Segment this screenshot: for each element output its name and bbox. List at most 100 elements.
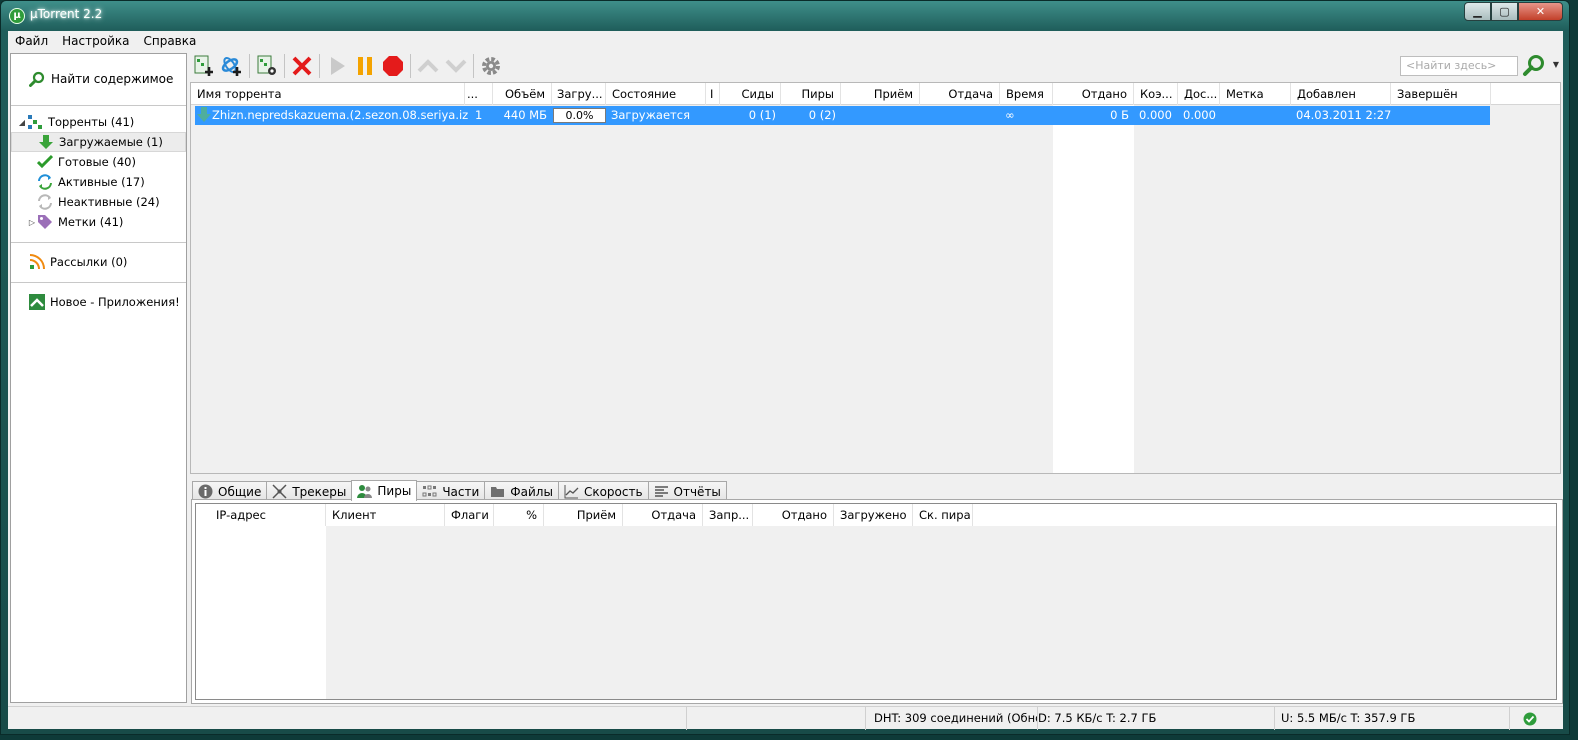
col-peer-downloaded[interactable]: Загружено bbox=[834, 504, 913, 526]
menu-help[interactable]: Справка bbox=[136, 34, 203, 48]
network-ok-indicator[interactable] bbox=[1510, 707, 1550, 730]
tab-label: Трекеры bbox=[292, 484, 347, 499]
status-download[interactable]: D: 7.5 КБ/с T: 2.7 ГБ bbox=[1038, 707, 1275, 730]
menu-settings[interactable]: Настройка bbox=[55, 34, 136, 48]
start-button[interactable] bbox=[323, 52, 351, 80]
torrent-row[interactable]: Zhizn.nepredskazuema.(2.sezon.08.seriya.… bbox=[195, 106, 1490, 125]
sidebar-item-apps[interactable]: Новое - Приложения! bbox=[29, 292, 180, 312]
status-empty-segment bbox=[687, 707, 866, 730]
add-torrent-icon bbox=[194, 55, 213, 76]
sidebar-item-feeds[interactable]: Рассылки (0) bbox=[29, 252, 127, 272]
col-name[interactable]: Имя торрента bbox=[191, 83, 465, 105]
col-down-speed[interactable]: Приём bbox=[841, 83, 920, 105]
col-requests[interactable]: Запр... bbox=[703, 504, 753, 526]
tab-logger[interactable]: Отчёты bbox=[647, 481, 727, 501]
torrent-availability: 0.000 bbox=[1183, 108, 1216, 122]
col-label[interactable]: Метка bbox=[1220, 83, 1291, 105]
settings-button[interactable] bbox=[477, 52, 505, 80]
peers-icon bbox=[357, 484, 373, 499]
maximize-button[interactable]: ▢ bbox=[1491, 2, 1518, 21]
col-peers[interactable]: Пиры bbox=[781, 83, 841, 105]
torrent-status: Загружается bbox=[611, 108, 690, 122]
search-icon bbox=[29, 71, 45, 87]
tab-label: Файлы bbox=[510, 484, 553, 499]
create-torrent-button[interactable] bbox=[253, 52, 281, 80]
minimize-button[interactable]: ▁ bbox=[1464, 2, 1491, 21]
col-ip-address[interactable]: IP-адрес bbox=[196, 504, 326, 526]
col-uploaded[interactable]: Отдано bbox=[1053, 83, 1134, 105]
tab-general[interactable]: Общие bbox=[192, 481, 268, 501]
sidebar-item-torrents[interactable]: ◢ Торренты (41) bbox=[11, 112, 186, 132]
active-arrows-icon bbox=[37, 174, 53, 190]
move-up-button[interactable] bbox=[414, 52, 442, 80]
torrent-ratio: 0.000 bbox=[1139, 108, 1172, 122]
sidebar-item-label: Готовые (40) bbox=[58, 155, 136, 169]
network-ok-icon bbox=[1523, 712, 1537, 725]
collapsed-triangle-icon[interactable]: ▷ bbox=[27, 218, 37, 227]
add-url-icon bbox=[221, 57, 241, 76]
col-up-speed[interactable]: Отдача bbox=[920, 83, 1000, 105]
status-dht[interactable]: DHT: 309 соединений (Обнов. bbox=[866, 707, 1038, 730]
remove-button[interactable] bbox=[288, 52, 316, 80]
col-client[interactable]: Клиент bbox=[326, 504, 445, 526]
files-icon bbox=[490, 484, 505, 499]
torrents-icon bbox=[27, 114, 43, 130]
tab-pieces[interactable]: Части bbox=[416, 481, 486, 501]
tab-peers[interactable]: Пиры bbox=[351, 480, 418, 501]
add-torrent-button[interactable] bbox=[190, 52, 218, 80]
sidebar-search-content[interactable]: Найти содержимое bbox=[29, 71, 173, 87]
sidebar-item-active[interactable]: Активные (17) bbox=[11, 172, 186, 192]
search-dropdown-arrow-icon[interactable]: ▼ bbox=[1553, 60, 1559, 69]
peers-list-header: IP-адрес Клиент Флаги % Приём Отдача Зап… bbox=[196, 504, 1556, 526]
peers-panel: IP-адрес Клиент Флаги % Приём Отдача Зап… bbox=[191, 499, 1563, 704]
torrent-uploaded: 0 Б bbox=[1110, 108, 1129, 122]
status-bar: DHT: 309 соединений (Обнов. D: 7.5 КБ/с … bbox=[8, 706, 1563, 730]
tab-files[interactable]: Файлы bbox=[484, 481, 559, 501]
rss-feed-icon bbox=[29, 254, 45, 270]
search-input[interactable]: <Найти здесь> bbox=[1400, 56, 1518, 76]
torrent-progress: 0.0% bbox=[553, 108, 606, 123]
sidebar-item-label: Загружаемые (1) bbox=[59, 135, 163, 149]
pause-button[interactable] bbox=[351, 52, 379, 80]
menu-file[interactable]: Файл bbox=[8, 34, 55, 48]
sidebar-item-completed[interactable]: Готовые (40) bbox=[11, 152, 186, 172]
move-down-button[interactable] bbox=[442, 52, 470, 80]
torrent-seeds: 0 (1) bbox=[748, 108, 776, 122]
col-peer-down[interactable]: Приём bbox=[544, 504, 623, 526]
col-priority[interactable]: Ι bbox=[706, 83, 720, 105]
sidebar-item-labels[interactable]: ▷ Метки (41) bbox=[11, 212, 186, 232]
torrent-tree: ◢ Торренты (41) Загружаемые (1) Готовые … bbox=[11, 112, 186, 232]
minimize-icon: ▁ bbox=[1473, 5, 1482, 18]
sidebar-item-inactive[interactable]: Неактивные (24) bbox=[11, 192, 186, 212]
col-peer-speed[interactable]: Ск. пира bbox=[913, 504, 973, 526]
col-done[interactable]: Загру... bbox=[552, 83, 606, 105]
caption-buttons: ▁ ▢ ✕ bbox=[1464, 2, 1563, 21]
col-peer-up[interactable]: Отдача bbox=[623, 504, 703, 526]
torrent-number: 1 bbox=[475, 108, 483, 122]
col-eta[interactable]: Время bbox=[1000, 83, 1053, 105]
col-availability[interactable]: Дос... bbox=[1178, 83, 1220, 105]
sidebar-item-label: Рассылки (0) bbox=[50, 255, 128, 269]
search-button[interactable] bbox=[1521, 53, 1547, 79]
close-button[interactable]: ✕ bbox=[1518, 2, 1563, 21]
toolbar-separator bbox=[249, 54, 250, 78]
col-flags[interactable]: Флаги bbox=[445, 504, 494, 526]
toolbar-separator bbox=[284, 54, 285, 78]
col-percent[interactable]: % bbox=[494, 504, 544, 526]
add-url-button[interactable] bbox=[218, 52, 246, 80]
col-status[interactable]: Состояние bbox=[606, 83, 706, 105]
sidebar-item-downloading[interactable]: Загружаемые (1) bbox=[11, 132, 186, 152]
status-upload[interactable]: U: 5.5 МБ/с T: 357.9 ГБ bbox=[1275, 707, 1510, 730]
col-ratio[interactable]: Коэ... bbox=[1134, 83, 1178, 105]
stop-button[interactable] bbox=[379, 52, 407, 80]
col-peer-uploaded[interactable]: Отдано bbox=[753, 504, 834, 526]
tab-trackers[interactable]: Трекеры bbox=[266, 481, 353, 501]
col-completed[interactable]: Завершён bbox=[1391, 83, 1491, 105]
expanded-triangle-icon[interactable]: ◢ bbox=[17, 118, 27, 127]
tab-speed[interactable]: Скорость bbox=[557, 481, 649, 501]
col-number[interactable]: ... bbox=[465, 83, 493, 105]
settings-icon bbox=[482, 57, 500, 75]
col-seeds[interactable]: Сиды bbox=[720, 83, 781, 105]
col-added[interactable]: Добавлен bbox=[1291, 83, 1391, 105]
col-size[interactable]: Объём bbox=[493, 83, 552, 105]
